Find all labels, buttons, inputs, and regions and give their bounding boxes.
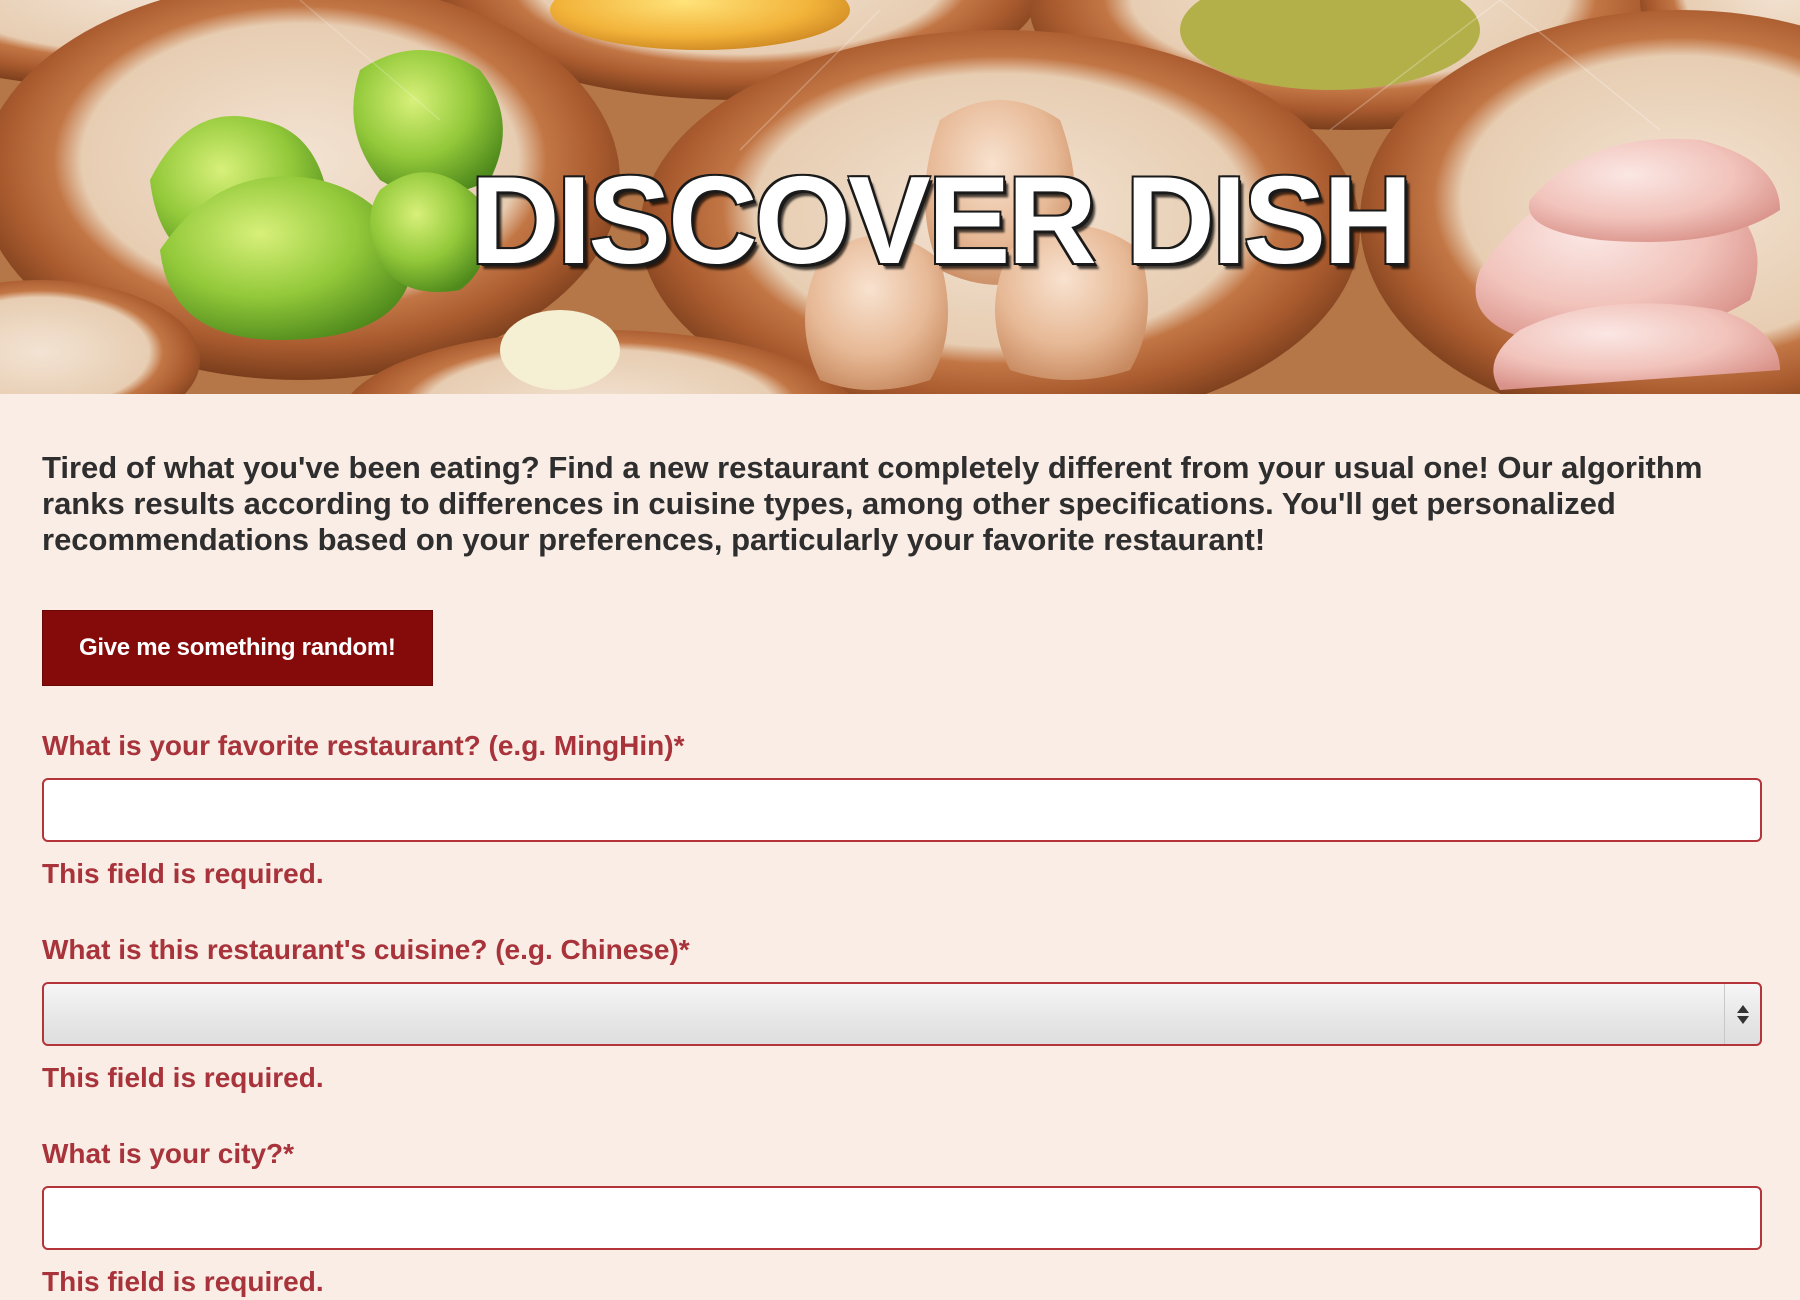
arrow-down-icon bbox=[1736, 1015, 1749, 1024]
arrow-up-icon bbox=[1736, 1004, 1749, 1013]
city-label: What is your city?* bbox=[42, 1138, 295, 1169]
hero-banner: DISCOVER DISH bbox=[0, 0, 1800, 394]
favorite-restaurant-label: What is your favorite restaurant? (e.g. … bbox=[42, 730, 685, 761]
cuisine-error: This field is required. bbox=[42, 1062, 324, 1093]
favorite-restaurant-error: This field is required. bbox=[42, 858, 324, 889]
page-title: DISCOVER DISH bbox=[470, 152, 1412, 290]
city-input[interactable] bbox=[42, 1186, 1762, 1250]
select-arrows-icon[interactable] bbox=[1724, 984, 1760, 1044]
preferences-form: What is your favorite restaurant? (e.g. … bbox=[42, 730, 1762, 1298]
cuisine-select[interactable] bbox=[42, 982, 1762, 1046]
cuisine-label: What is this restaurant's cuisine? (e.g.… bbox=[42, 934, 690, 965]
main-content: Tired of what you've been eating? Find a… bbox=[0, 394, 1800, 1298]
random-button[interactable]: Give me something random! bbox=[42, 610, 433, 686]
intro-text: Tired of what you've been eating? Find a… bbox=[42, 450, 1703, 557]
favorite-restaurant-input[interactable] bbox=[42, 778, 1762, 842]
city-error: This field is required. bbox=[42, 1266, 324, 1297]
